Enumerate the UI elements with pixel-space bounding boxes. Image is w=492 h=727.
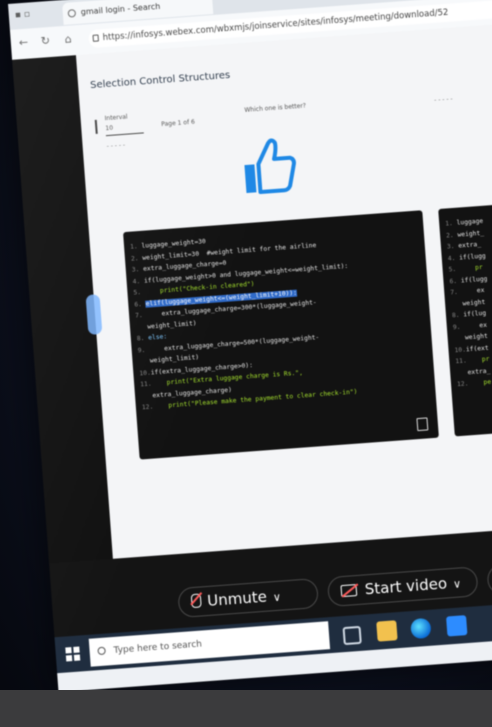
photo-scene: ▪ ▫ gmail login - Search ✕ ← ↻ ⌂ https:/… bbox=[0, 0, 492, 727]
unmute-label: Unmute bbox=[206, 587, 268, 610]
toolbar-sub: - - - - - bbox=[106, 141, 126, 151]
chevron-down-icon[interactable]: ∨ bbox=[272, 591, 281, 605]
poll-question: Which one is better? bbox=[244, 102, 307, 114]
toolbar-dashes: - - - - - bbox=[433, 95, 453, 105]
start-video-label: Start video bbox=[364, 574, 448, 599]
store-icon[interactable] bbox=[446, 615, 468, 637]
thumbs-up-icon bbox=[244, 138, 296, 195]
interval-label: Interval bbox=[104, 113, 128, 123]
video-off-icon bbox=[340, 584, 358, 598]
windows-start-icon[interactable] bbox=[65, 646, 81, 662]
search-icon bbox=[97, 646, 106, 656]
edge-browser-icon[interactable] bbox=[410, 617, 432, 640]
back-icon[interactable]: ← bbox=[18, 36, 28, 50]
home-icon[interactable]: ⌂ bbox=[64, 32, 72, 45]
monitor-screen: ▪ ▫ gmail login - Search ✕ ← ↻ ⌂ https:/… bbox=[8, 0, 492, 693]
tab-title: gmail login - Search bbox=[80, 1, 161, 17]
interval-select[interactable]: 10 bbox=[105, 122, 144, 137]
share-button[interactable]: S bbox=[486, 559, 492, 596]
refresh-icon[interactable]: ↻ bbox=[40, 34, 50, 48]
page-indicator[interactable]: Page 1 of 6 bbox=[161, 119, 195, 128]
lock-icon bbox=[92, 34, 99, 42]
code-panel-left: 1. luggage_weight=30 2. weight_limit=30 … bbox=[123, 210, 439, 460]
code-panel-right: 1. luggage 2. weight_ 3. extra_ 4. if(lu… bbox=[438, 197, 492, 437]
task-view-icon[interactable] bbox=[342, 625, 362, 646]
slide-title: Selection Control Structures bbox=[89, 69, 231, 92]
toolbar-bracket bbox=[94, 119, 98, 134]
file-explorer-icon[interactable] bbox=[376, 620, 398, 642]
tab-close-icon[interactable]: ✕ bbox=[218, 0, 226, 3]
search-icon bbox=[67, 9, 77, 18]
shared-content: Selection Control Structures Interval 10… bbox=[75, 18, 492, 559]
muted-mic-icon bbox=[190, 593, 202, 609]
monitor-bezel bbox=[0, 690, 492, 727]
chevron-down-icon[interactable]: ∨ bbox=[453, 577, 462, 591]
panel-toggle-handle[interactable] bbox=[85, 294, 103, 335]
start-video-button[interactable]: Start video ∨ bbox=[326, 566, 479, 608]
copy-document-icon[interactable] bbox=[416, 417, 429, 432]
taskbar-search-placeholder: Type here to search bbox=[113, 639, 203, 656]
unmute-button[interactable]: Unmute ∨ bbox=[177, 577, 320, 619]
window-icons: ▪ ▫ bbox=[14, 9, 31, 21]
